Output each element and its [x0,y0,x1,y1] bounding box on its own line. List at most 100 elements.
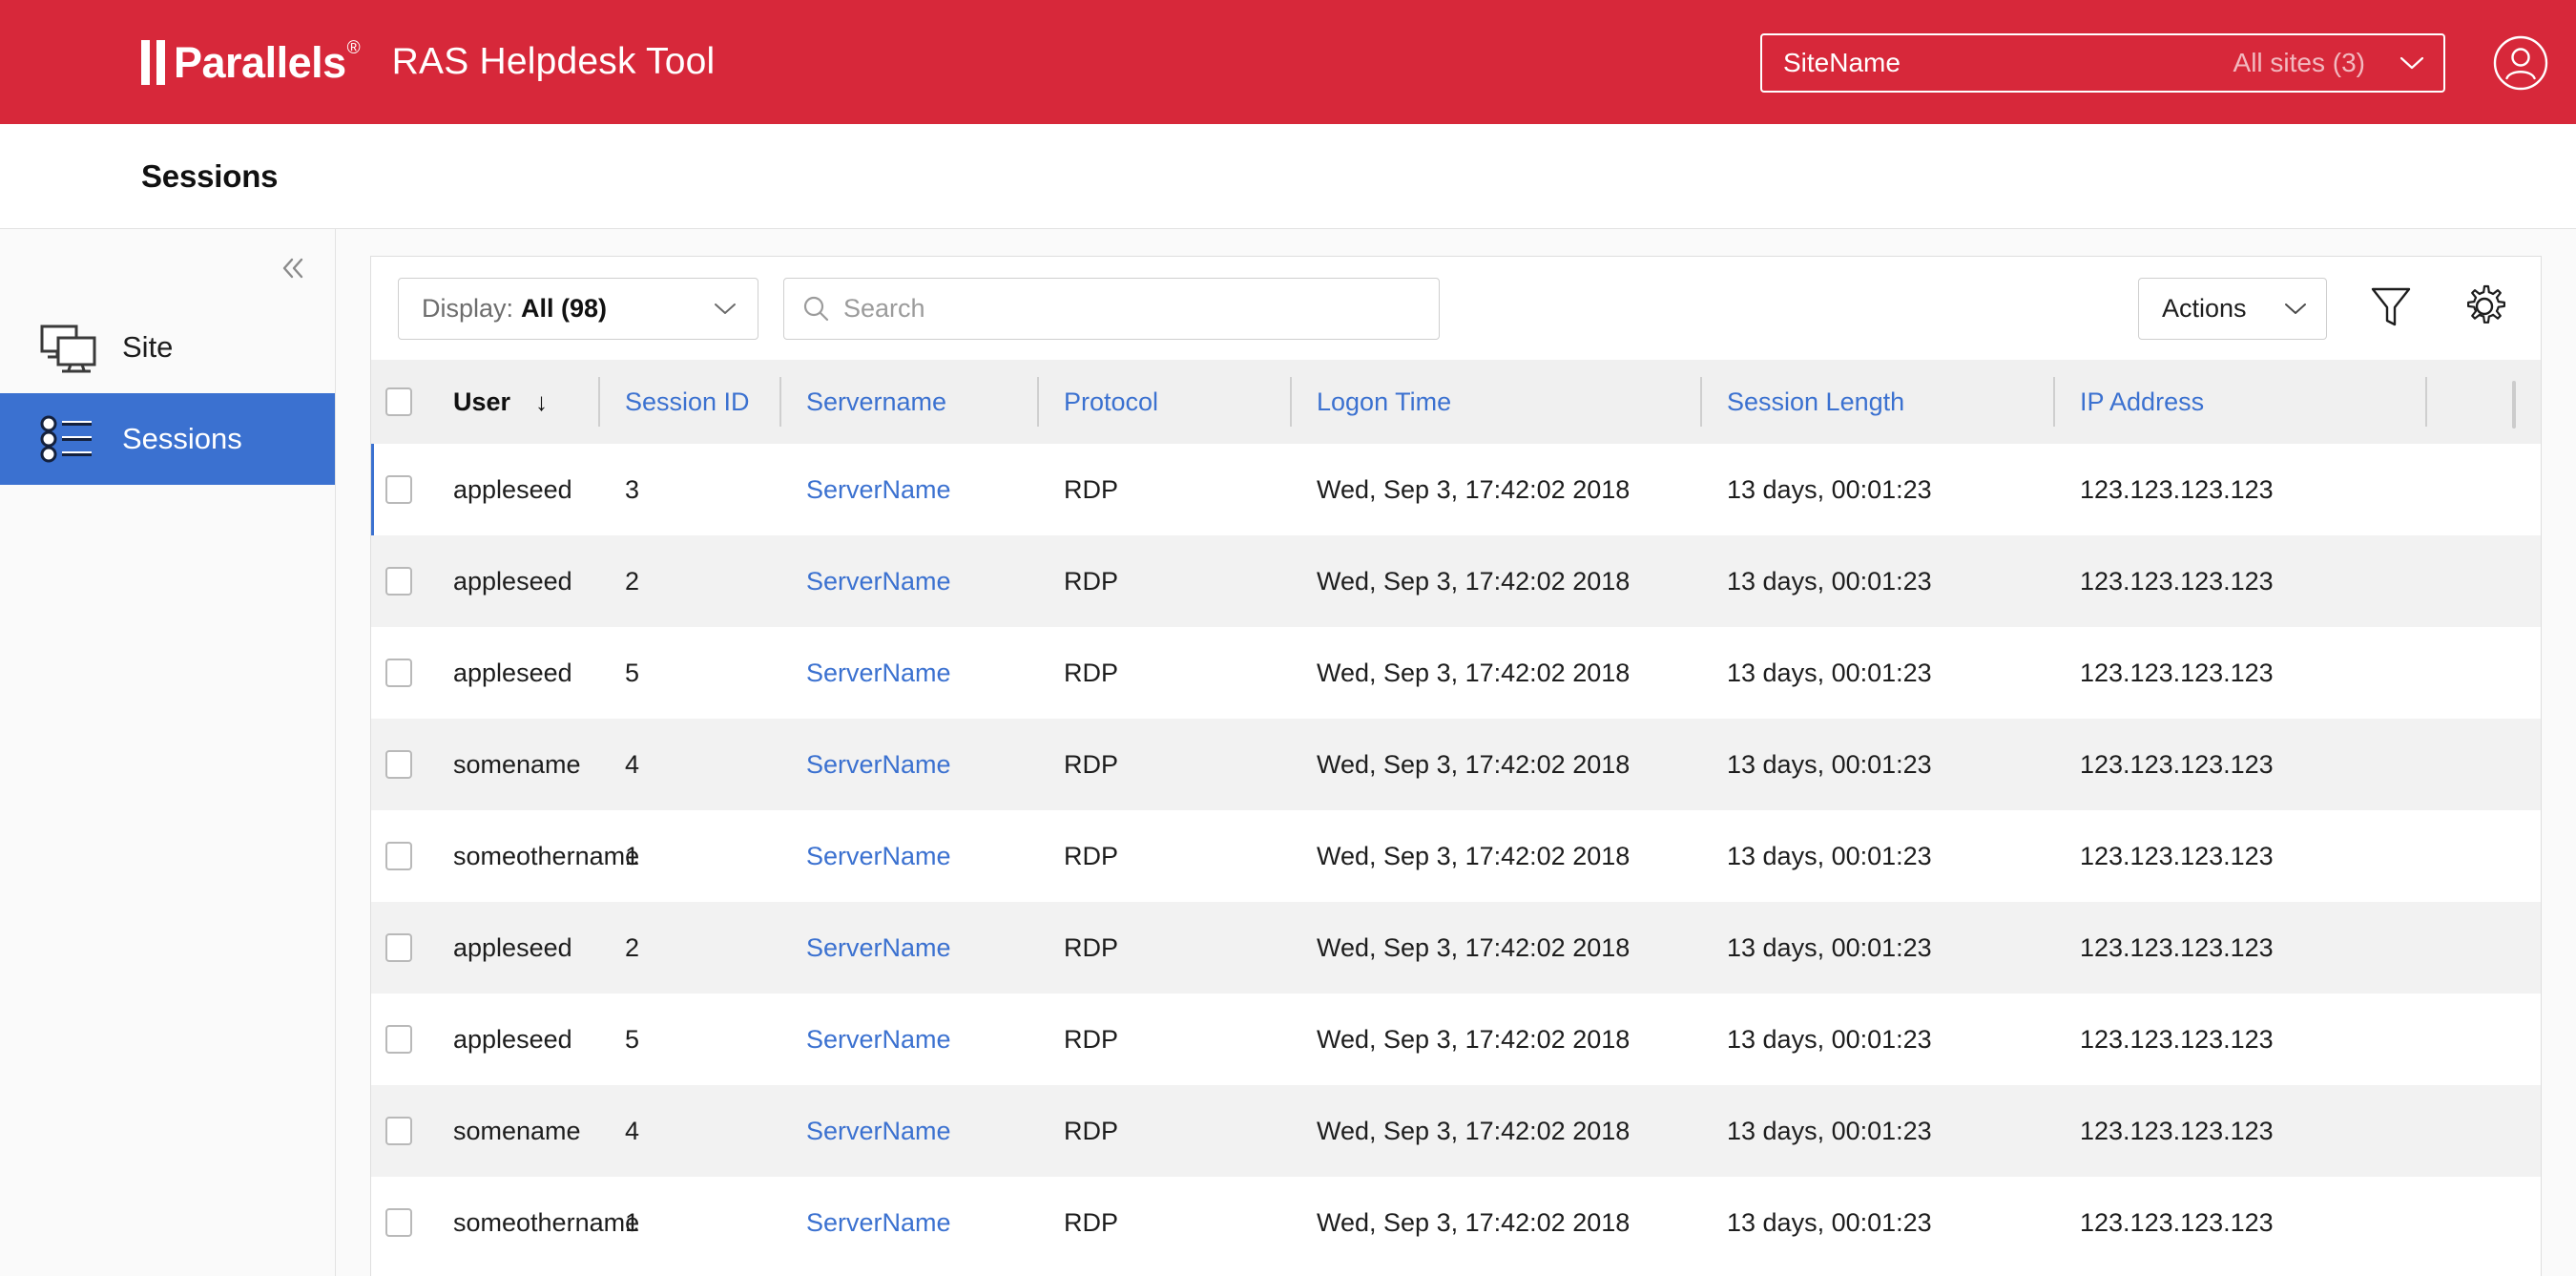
table-row[interactable]: somename4ServerNameRDPWed, Sep 3, 17:42:… [371,719,2541,810]
sidebar-item-sessions[interactable]: Sessions [0,393,335,485]
row-checkbox[interactable] [385,475,412,504]
cell-text: 123.123.123.123 [2053,627,2425,719]
cell-text: Wed, Sep 3, 17:42:02 2018 [1290,719,1700,810]
toolbar-right-group: Actions [2138,278,2514,340]
page-title-bar: Sessions [0,124,2576,229]
column-header-session-id[interactable]: Session ID [598,360,779,444]
app-root: Parallels® RAS Helpdesk Tool SiteName Al… [0,0,2576,1276]
sidebar-collapse-button[interactable] [275,251,313,289]
cell-text: Wed, Sep 3, 17:42:02 2018 [1290,627,1700,719]
cell-ip-address: 123.123.123.123 [2053,902,2425,994]
site-selector[interactable]: SiteName All sites (3) [1760,33,2445,93]
actions-button[interactable]: Actions [2138,278,2327,340]
row-checkbox[interactable] [385,933,412,962]
cell-user: appleseed [426,444,598,535]
row-checkbox[interactable] [385,842,412,870]
column-header-label: Servername [806,387,946,417]
table-row[interactable]: someothername1ServerNameRDPWed, Sep 3, 1… [371,1177,2541,1268]
search-box[interactable] [783,278,1440,340]
search-input[interactable] [843,294,1422,324]
column-header-user[interactable]: User ↓ [426,360,598,444]
row-select-cell [371,535,426,627]
chevron-double-left-icon [279,256,309,285]
cell-text: RDP [1037,994,1290,1085]
list-icon [36,412,107,466]
cell-logon-time: Wed, Sep 3, 17:42:02 2018 [1290,719,1700,810]
row-select-cell [371,1177,426,1268]
cell-servername[interactable]: ServerName [779,902,1037,994]
column-resize-handle[interactable] [2512,381,2516,429]
cell-text: 13 days, 00:01:23 [1700,444,2053,535]
monitors-icon [36,319,107,376]
column-header-session-length[interactable]: Session Length [1700,360,2053,444]
row-checkbox[interactable] [385,567,412,596]
cell-session-length: 13 days, 00:01:23 [1700,1085,2053,1177]
cell-text: appleseed [426,994,598,1085]
cell-spacer [2425,535,2541,627]
cell-text: ServerName [779,902,1037,994]
actions-button-label: Actions [2162,294,2247,324]
cell-text: 13 days, 00:01:23 [1700,719,2053,810]
cell-servername[interactable]: ServerName [779,994,1037,1085]
cell-user: appleseed [426,627,598,719]
row-checkbox[interactable] [385,1117,412,1145]
cell-session-length: 13 days, 00:01:23 [1700,444,2053,535]
column-header-protocol[interactable]: Protocol [1037,360,1290,444]
sidebar-item-site[interactable]: Site [0,302,335,393]
column-header-ip-address[interactable]: IP Address [2053,360,2425,444]
table-row[interactable]: somename4ServerNameRDPWed, Sep 3, 17:42:… [371,1085,2541,1177]
cell-session-length: 13 days, 00:01:23 [1700,994,2053,1085]
cell-servername[interactable]: ServerName [779,810,1037,902]
cell-servername[interactable]: ServerName [779,627,1037,719]
cell-text: ServerName [779,1177,1037,1268]
cell-text: Wed, Sep 3, 17:42:02 2018 [1290,535,1700,627]
main-content: Display: All (98) [336,229,2576,1276]
cell-text: ServerName [779,444,1037,535]
row-checkbox[interactable] [385,750,412,779]
cell-servername[interactable]: ServerName [779,1177,1037,1268]
cell-servername[interactable]: ServerName [779,535,1037,627]
user-avatar-icon[interactable] [2493,35,2548,91]
column-header-label: User [453,387,510,417]
cell-text: RDP [1037,627,1290,719]
cell-text: 1 [598,1177,779,1268]
table-header-row: User ↓ Session ID Servername [371,360,2541,444]
cell-text: 123.123.123.123 [2053,535,2425,627]
row-select-cell [371,627,426,719]
brand-registered-mark: ® [347,38,361,59]
sessions-table-container: User ↓ Session ID Servername [371,360,2541,1276]
table-row[interactable]: appleseed5ServerNameRDPWed, Sep 3, 17:42… [371,627,2541,719]
table-row[interactable]: appleseed3ServerNameRDPWed, Sep 3, 17:42… [371,444,2541,535]
table-row[interactable]: appleseed2ServerNameRDPWed, Sep 3, 17:42… [371,535,2541,627]
column-header-logon-time[interactable]: Logon Time [1290,360,1700,444]
cell-servername[interactable]: ServerName [779,1085,1037,1177]
app-title: RAS Helpdesk Tool [392,41,716,83]
cell-protocol: RDP [1037,627,1290,719]
table-row[interactable]: appleseed5ServerNameRDPWed, Sep 3, 17:42… [371,994,2541,1085]
cell-text: Wed, Sep 3, 17:42:02 2018 [1290,902,1700,994]
cell-logon-time: Wed, Sep 3, 17:42:02 2018 [1290,994,1700,1085]
cell-text: 123.123.123.123 [2053,810,2425,902]
cell-protocol: RDP [1037,994,1290,1085]
cell-servername[interactable]: ServerName [779,719,1037,810]
display-filter-dropdown[interactable]: Display: All (98) [398,278,758,340]
row-checkbox[interactable] [385,1025,412,1054]
cell-spacer [2425,1085,2541,1177]
row-checkbox[interactable] [385,659,412,687]
table-head: User ↓ Session ID Servername [371,360,2541,444]
cell-text: 123.123.123.123 [2053,1085,2425,1177]
table-row[interactable]: someothername1ServerNameRDPWed, Sep 3, 1… [371,810,2541,902]
cell-servername[interactable]: ServerName [779,444,1037,535]
chevron-down-icon [714,302,737,316]
settings-button[interactable] [2455,279,2514,338]
table-row[interactable]: appleseed2ServerNameRDPWed, Sep 3, 17:42… [371,902,2541,994]
cell-text: someothername [426,1177,598,1268]
column-header-servername[interactable]: Servername [779,360,1037,444]
row-select-cell [371,1085,426,1177]
select-all-checkbox[interactable] [385,387,412,416]
filter-button[interactable] [2361,279,2420,338]
cell-user: somename [426,719,598,810]
cell-ip-address: 123.123.123.123 [2053,810,2425,902]
cell-text: someothername [426,810,598,902]
row-checkbox[interactable] [385,1208,412,1237]
